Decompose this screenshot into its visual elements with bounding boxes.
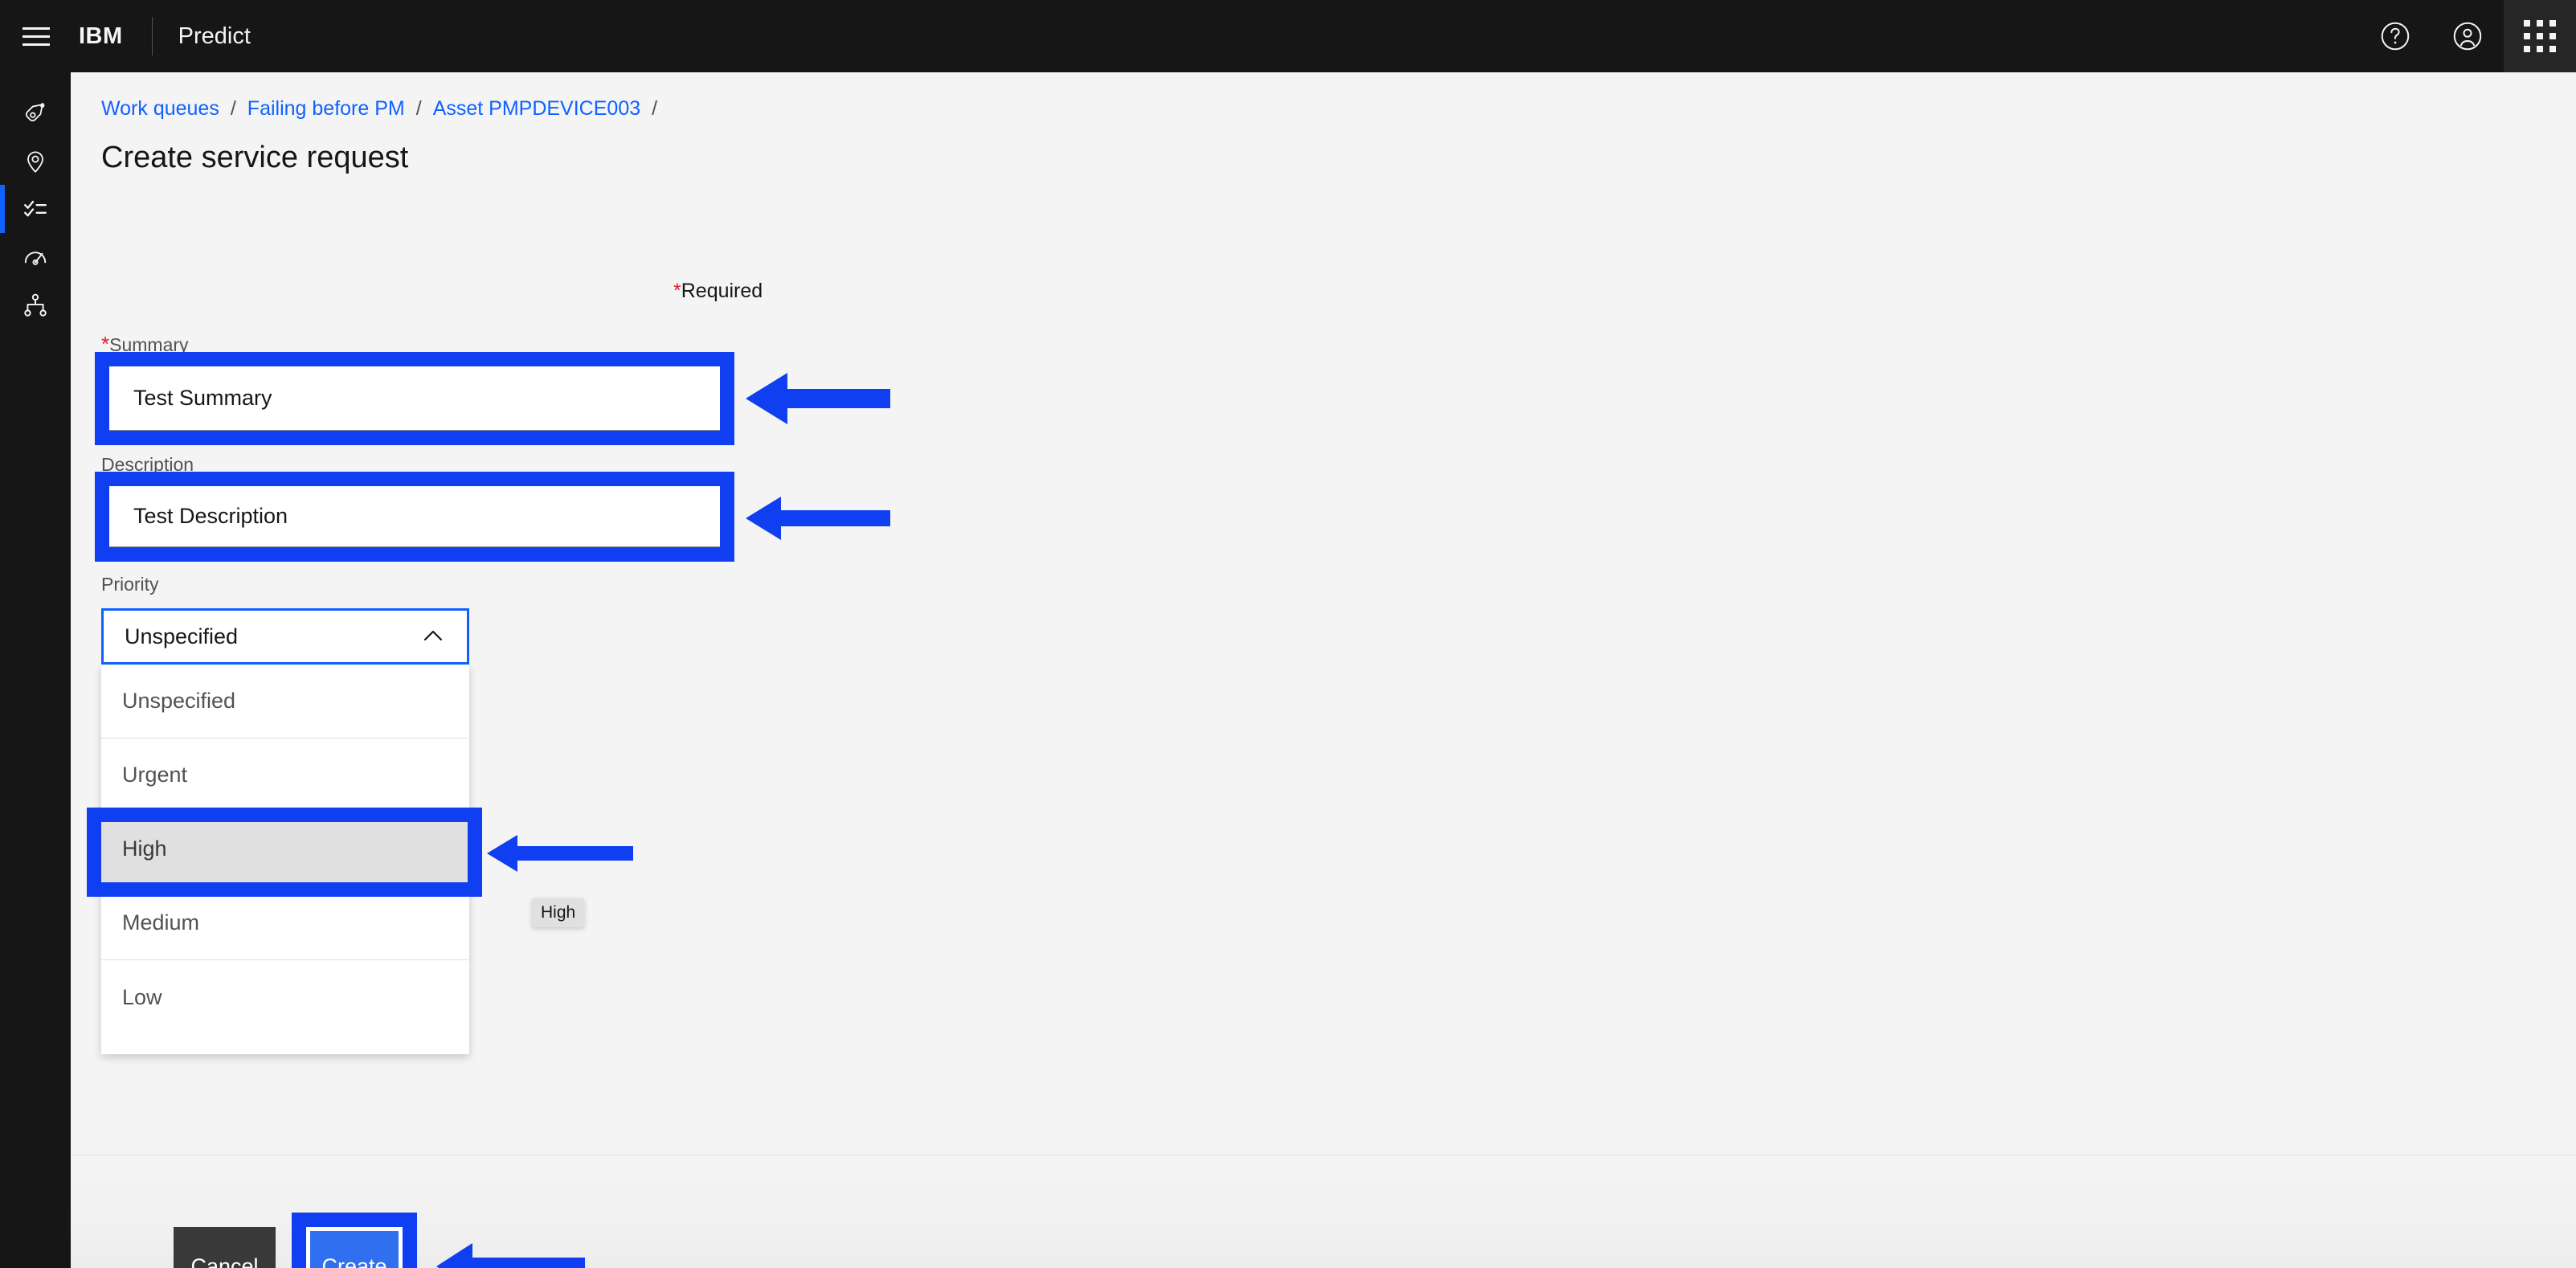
page-title: Create service request — [101, 141, 409, 174]
breadcrumb-separator: / — [230, 97, 236, 120]
summary-required-asterisk: * — [101, 332, 110, 356]
summary-label: *Summary — [101, 333, 189, 356]
left-navigation-sidebar — [0, 72, 71, 1268]
app-switcher-icon[interactable] — [2504, 0, 2576, 72]
priority-option-unspecified[interactable]: Unspecified — [101, 665, 469, 738]
application-window: IBM Predict Work queues / Failing before… — [0, 0, 2576, 1268]
breadcrumb-separator-trailing: / — [652, 97, 658, 120]
priority-option-urgent[interactable]: Urgent — [101, 738, 469, 812]
priority-dropdown-trigger[interactable]: Unspecified — [101, 608, 469, 665]
global-header: IBM Predict — [0, 0, 2576, 72]
priority-selected-value: Unspecified — [125, 624, 239, 648]
sidebar-item-hierarchy[interactable] — [0, 281, 71, 329]
form-action-bar — [71, 1156, 2576, 1268]
sidebar-item-assets[interactable] — [0, 88, 71, 137]
breadcrumb-item-work-queues[interactable]: Work queues — [101, 96, 219, 121]
priority-dropdown-menu: Unspecified Urgent High Medium Low — [101, 665, 469, 1054]
summary-input[interactable] — [109, 366, 720, 431]
main-content-area: Work queues / Failing before PM / Asset … — [71, 72, 2576, 1268]
sidebar-item-locations[interactable] — [0, 137, 71, 185]
cancel-button[interactable]: Cancel — [174, 1227, 276, 1268]
required-label: Required — [681, 280, 763, 302]
priority-high-tooltip: High — [532, 898, 585, 927]
description-input[interactable] — [109, 486, 720, 547]
breadcrumb: Work queues / Failing before PM / Asset … — [101, 96, 669, 121]
breadcrumb-item-failing-before-pm[interactable]: Failing before PM — [247, 96, 405, 121]
checklist-icon — [22, 195, 49, 223]
required-legend: *Required — [673, 280, 763, 303]
hierarchy-icon — [22, 292, 49, 319]
sidebar-item-work-queues[interactable] — [0, 185, 71, 233]
footer-divider — [71, 1155, 2576, 1156]
summary-label-text: Summary — [109, 334, 189, 355]
priority-label: Priority — [101, 574, 159, 595]
breadcrumb-item-asset[interactable]: Asset PMPDEVICE003 — [433, 96, 640, 121]
app-name-label[interactable]: Predict — [178, 23, 251, 50]
gauge-meter-icon — [22, 243, 49, 271]
chevron-up-icon — [423, 630, 443, 641]
description-annotation-arrow — [746, 497, 890, 540]
header-divider — [151, 17, 153, 55]
asset-tag-icon — [22, 99, 49, 126]
sidebar-item-meters[interactable] — [0, 233, 71, 281]
user-avatar-icon[interactable] — [2431, 0, 2504, 72]
help-circle-icon[interactable] — [2359, 0, 2431, 72]
priority-option-low[interactable]: Low — [101, 960, 469, 1034]
priority-option-medium[interactable]: Medium — [101, 886, 469, 960]
hamburger-menu-icon[interactable] — [0, 0, 72, 72]
ibm-logo[interactable]: IBM — [79, 23, 123, 50]
priority-option-high[interactable]: High — [101, 812, 469, 886]
required-asterisk: * — [673, 280, 681, 302]
summary-annotation-arrow — [746, 373, 890, 424]
description-label: Description — [101, 454, 194, 475]
breadcrumb-separator: / — [415, 97, 422, 120]
location-pin-icon — [22, 147, 49, 174]
app-switcher-grid — [2524, 20, 2556, 52]
create-button[interactable]: Create — [306, 1227, 403, 1268]
priority-high-annotation-arrow — [487, 835, 633, 872]
header-actions — [2359, 0, 2576, 72]
